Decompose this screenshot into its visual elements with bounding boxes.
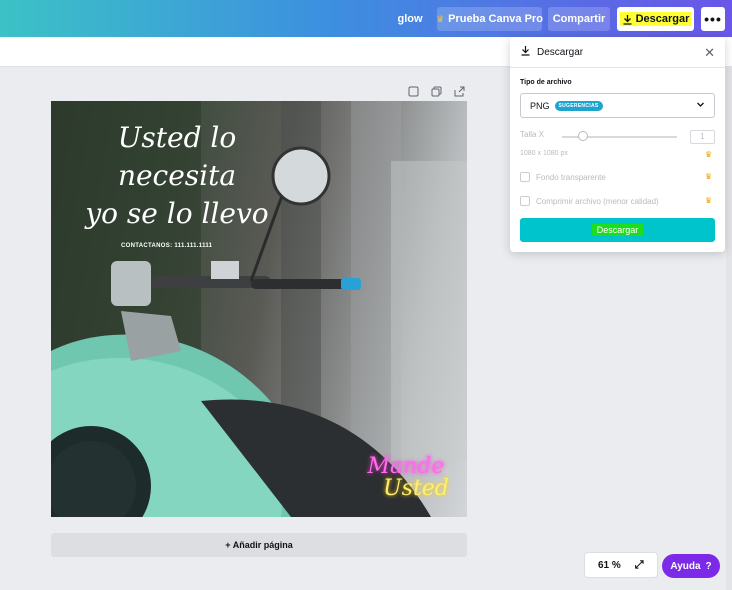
scrollbar[interactable]	[726, 67, 732, 590]
transparent-bg-label: Fondo transparente	[536, 172, 606, 182]
panel-title: Descargar	[537, 46, 584, 58]
transparent-bg-option[interactable]: Fondo transparente	[520, 171, 710, 183]
headline-line: yo se lo llevo	[85, 197, 269, 230]
try-pro-label: Prueba Canva Pro	[448, 13, 543, 25]
download-panel: Descargar ✕ Tipo de archivo PNG SUGERENC…	[510, 37, 725, 252]
add-page-button[interactable]: + Añadir página	[51, 533, 467, 557]
project-name[interactable]: glow	[393, 7, 427, 31]
compress-checkbox[interactable]	[520, 196, 530, 206]
try-pro-button[interactable]: ♛ Prueba Canva Pro	[436, 7, 543, 31]
panel-download-button[interactable]: Descargar	[520, 218, 715, 242]
file-type-value: PNG	[530, 100, 550, 111]
chevron-down-icon	[696, 100, 705, 111]
download-button[interactable]: Descargar	[617, 7, 694, 31]
contact-text[interactable]: CONTACTANOS: 111.111.1111	[121, 243, 212, 249]
crown-icon: ♛	[705, 150, 713, 159]
size-row: Talla X 1	[520, 130, 715, 144]
share-button[interactable]: Compartir	[548, 7, 610, 31]
size-slider-knob[interactable]	[578, 131, 588, 141]
crown-icon: ♛	[436, 13, 445, 24]
download-icon	[623, 14, 632, 25]
file-type-label: Tipo de archivo	[520, 79, 572, 86]
dimensions-text: 1080 x 1080 px	[520, 150, 568, 157]
notes-icon[interactable]	[406, 84, 420, 98]
neon-line2: Usted	[383, 476, 449, 501]
divider	[510, 67, 725, 68]
close-icon[interactable]: ✕	[704, 45, 715, 61]
duplicate-page-icon[interactable]	[429, 84, 443, 98]
file-type-select[interactable]: PNG SUGERENCIAS	[520, 93, 715, 118]
help-button[interactable]: Ayuda ?	[662, 554, 720, 578]
more-options-button[interactable]: •••	[701, 7, 725, 31]
crown-icon: ♛	[705, 196, 713, 205]
headline-line: necesita	[117, 159, 237, 192]
neon-logo[interactable]: Mande Usted	[351, 456, 461, 500]
download-label: Descargar	[635, 13, 690, 25]
headline-text[interactable]: Usted lo necesita yo se lo llevo	[77, 119, 277, 233]
zoom-value[interactable]: 61 %	[598, 560, 621, 571]
compress-label: Comprimir archivo (menor calidad)	[536, 196, 659, 206]
transparent-bg-checkbox[interactable]	[520, 172, 530, 182]
design-canvas[interactable]: Usted lo necesita yo se lo llevo CONTACT…	[51, 101, 467, 517]
zoom-control[interactable]: 61 % ⤢	[585, 553, 657, 577]
share-page-icon[interactable]	[452, 84, 466, 98]
question-icon: ?	[705, 560, 712, 572]
page-actions	[406, 84, 466, 98]
fullscreen-icon[interactable]: ⤢	[635, 559, 644, 572]
neon-line1: Mande	[367, 454, 445, 479]
compress-option[interactable]: Comprimir archivo (menor calidad)	[520, 195, 710, 207]
size-label: Talla X	[520, 130, 545, 139]
suggestions-badge: SUGERENCIAS	[554, 100, 603, 111]
download-icon	[520, 45, 531, 59]
top-bar: glow ♛ Prueba Canva Pro Compartir Descar…	[0, 0, 732, 37]
size-input[interactable]: 1	[690, 130, 715, 144]
panel-download-label: Descargar	[591, 224, 644, 236]
help-label: Ayuda	[670, 560, 701, 572]
crown-icon: ♛	[705, 172, 713, 181]
headline-line: Usted lo	[117, 121, 237, 154]
panel-header: Descargar	[510, 37, 725, 67]
